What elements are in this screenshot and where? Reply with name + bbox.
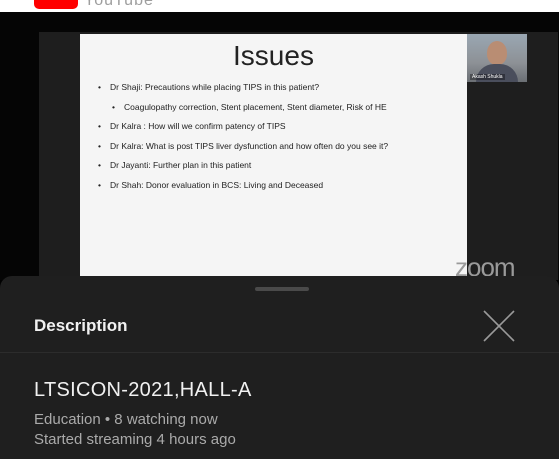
stream-start-time: Started streaming 4 hours ago	[34, 431, 236, 448]
description-sheet: Description LTSICON-2021,HALL-A Educatio…	[0, 276, 559, 459]
slide-bullet: Dr Jayanti: Further plan in this patient	[96, 160, 466, 171]
video-player[interactable]: Issues Dr Shaji: Precautions while placi…	[0, 12, 559, 280]
slide-title: Issues	[233, 40, 314, 71]
app-top-bar: YouTube	[0, 0, 559, 12]
speaker-head	[487, 41, 507, 65]
description-heading: Description	[34, 316, 128, 335]
category-watching-count: Education • 8 watching now	[34, 411, 218, 428]
speaker-name-label: Akash Shukla	[470, 74, 505, 80]
slide-sub-bullet: Coagulopathy correction, Stent placement…	[110, 102, 466, 113]
video-title: LTSICON-2021,HALL-A	[34, 379, 252, 401]
video-meta: Education • 8 watching now Started strea…	[34, 410, 236, 450]
slide-bullet: Dr Kalra: What is post TIPS liver dysfun…	[96, 141, 466, 152]
sheet-drag-handle[interactable]	[255, 287, 309, 291]
youtube-logo-icon[interactable]	[34, 0, 78, 9]
divider	[0, 352, 559, 353]
slide-bullet: Dr Shah: Donor evaluation in BCS: Living…	[96, 180, 466, 191]
slide-bullet: Dr Kalra : How will we confirm patency o…	[96, 121, 466, 132]
slide-bullet-list: Dr Shaji: Precautions while placing TIPS…	[96, 82, 466, 199]
close-button[interactable]	[481, 308, 517, 344]
presentation-slide: Issues Dr Shaji: Precautions while placi…	[80, 34, 467, 278]
close-icon	[483, 310, 515, 342]
speaker-video-thumbnail: Akash Shukla	[467, 34, 527, 82]
app-wordmark: YouTube	[84, 0, 154, 9]
slide-bullet: Dr Shaji: Precautions while placing TIPS…	[96, 82, 466, 93]
